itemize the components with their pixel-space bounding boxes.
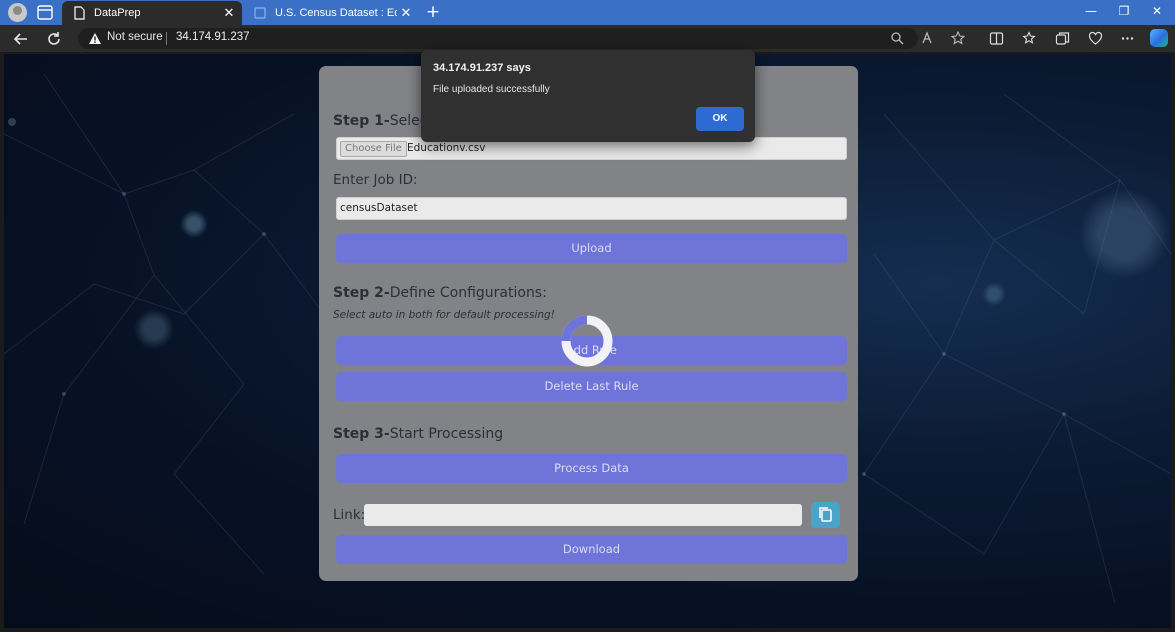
profile-icon[interactable] bbox=[8, 3, 27, 22]
download-button[interactable]: Download bbox=[336, 535, 847, 564]
browser-essentials-icon[interactable] bbox=[1088, 31, 1103, 46]
selected-file-name: Educationv.csv bbox=[407, 142, 486, 154]
read-aloud-icon[interactable] bbox=[921, 31, 935, 45]
close-icon[interactable]: ✕ bbox=[397, 5, 415, 21]
warning-icon[interactable] bbox=[88, 32, 102, 45]
security-label[interactable]: Not secure bbox=[107, 31, 163, 43]
step-text: Start Processing bbox=[389, 426, 504, 442]
tab-actions-icon[interactable] bbox=[36, 4, 54, 21]
step-number: Step 3- bbox=[333, 426, 390, 442]
step2-heading: Step 2-Define Configurations: bbox=[333, 285, 547, 301]
tab-census-dataset[interactable]: U.S. Census Dataset : Education ✕ bbox=[243, 1, 419, 25]
collections-icon[interactable] bbox=[1055, 31, 1070, 46]
copy-icon bbox=[819, 507, 832, 522]
step-text: Define Configurations: bbox=[389, 285, 547, 301]
delete-last-rule-button[interactable]: Delete Last Rule bbox=[336, 372, 847, 401]
alert-dialog: 34.174.91.237 says File uploaded success… bbox=[421, 50, 755, 142]
tab-dataprep[interactable]: DataPrep ✕ bbox=[62, 1, 242, 25]
restore-icon[interactable]: ❐ bbox=[1113, 4, 1135, 18]
copy-link-button[interactable] bbox=[811, 502, 840, 528]
job-id-value: censusDataset bbox=[340, 202, 418, 214]
tab-bar: DataPrep ✕ U.S. Census Dataset : Educati… bbox=[0, 0, 1175, 25]
divider bbox=[166, 32, 167, 45]
dataprep-form-card: Step 1-Select Choose File Educationv.csv… bbox=[319, 66, 858, 581]
omnibox[interactable]: Not secure 34.174.91.237 bbox=[78, 28, 965, 49]
copilot-icon[interactable] bbox=[1150, 29, 1168, 47]
step2-hint: Select auto in both for default processi… bbox=[333, 309, 555, 321]
zoom-icon[interactable] bbox=[890, 31, 904, 45]
upload-button[interactable]: Upload bbox=[336, 234, 847, 263]
step1-heading: Step 1-Select bbox=[333, 113, 433, 129]
url-text[interactable]: 34.174.91.237 bbox=[176, 31, 250, 43]
refresh-icon[interactable] bbox=[45, 30, 63, 48]
tab-title: U.S. Census Dataset : Education bbox=[275, 7, 397, 19]
job-id-field[interactable]: censusDataset bbox=[336, 197, 847, 220]
minimize-icon[interactable]: — bbox=[1080, 4, 1102, 18]
loading-spinner-icon bbox=[561, 315, 613, 367]
choose-file-button[interactable]: Choose File bbox=[340, 141, 407, 157]
page-icon bbox=[254, 7, 266, 19]
close-icon[interactable]: ✕ bbox=[220, 5, 238, 21]
step-number: Step 1- bbox=[333, 113, 390, 129]
alert-title: 34.174.91.237 says bbox=[433, 62, 531, 74]
page-icon bbox=[74, 6, 85, 20]
step3-heading: Step 3-Start Processing bbox=[333, 426, 503, 442]
favorites-icon[interactable] bbox=[1022, 31, 1037, 46]
step-number: Step 2- bbox=[333, 285, 390, 301]
tab-title: DataPrep bbox=[94, 7, 141, 19]
ok-button[interactable]: OK bbox=[696, 107, 744, 131]
address-bar: Not secure 34.174.91.237 bbox=[0, 25, 1175, 52]
close-window-icon[interactable]: ✕ bbox=[1146, 4, 1168, 18]
link-label: Link: bbox=[333, 507, 366, 523]
favorite-icon[interactable] bbox=[951, 31, 965, 45]
more-icon[interactable] bbox=[1120, 31, 1135, 46]
link-field[interactable] bbox=[364, 504, 802, 526]
back-icon[interactable] bbox=[12, 30, 30, 48]
alert-message: File uploaded successfully bbox=[433, 84, 550, 95]
new-tab-icon[interactable]: + bbox=[424, 3, 442, 21]
split-screen-icon[interactable] bbox=[989, 31, 1004, 46]
job-id-label: Enter Job ID: bbox=[333, 172, 418, 188]
process-data-button[interactable]: Process Data bbox=[336, 454, 847, 483]
